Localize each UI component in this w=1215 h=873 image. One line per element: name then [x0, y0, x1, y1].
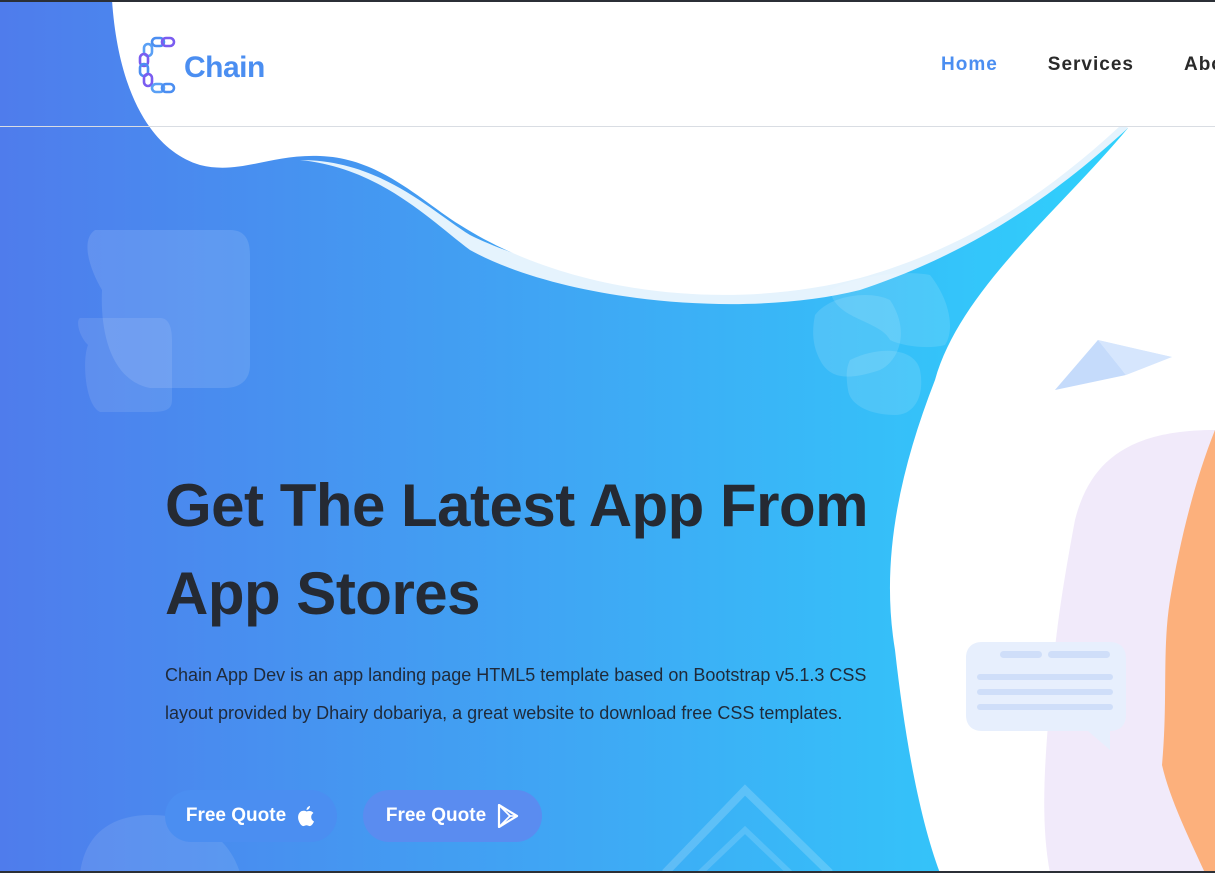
free-quote-apple-button[interactable]: Free Quote	[165, 790, 337, 842]
nav-services[interactable]: Services	[1048, 54, 1134, 76]
hero-background	[0, 0, 1215, 873]
free-quote-label: Free Quote	[185, 805, 287, 826]
apple-icon	[297, 805, 316, 827]
logo[interactable]: Chain	[138, 36, 265, 99]
free-quote-label: Free Quote	[385, 805, 487, 826]
nav-home[interactable]: Home	[941, 54, 998, 76]
hero-desc-line-2: layout provided by Dhairy dobariya, a gr…	[165, 703, 843, 723]
hero-section: Get The Latest App From App Stores Chain…	[165, 462, 925, 732]
hero-title: Get The Latest App From App Stores	[165, 462, 925, 638]
chain-logo-icon	[138, 36, 180, 99]
free-quote-play-store-button[interactable]: Free Quote	[363, 790, 542, 842]
nav-about[interactable]: Abo	[1184, 54, 1215, 76]
logo-text: Chain	[184, 50, 265, 84]
window-top-border	[0, 0, 1215, 2]
header-divider	[0, 126, 1215, 127]
chat-bubble-icon	[966, 642, 1126, 750]
hero-desc-line-1: Chain App Dev is an app landing page HTM…	[165, 665, 867, 685]
hero-title-line-2: App Stores	[165, 560, 481, 627]
main-nav: Home Services Abo	[941, 54, 1215, 76]
hero-description: Chain App Dev is an app landing page HTM…	[165, 656, 905, 732]
paper-plane-icon	[1055, 340, 1172, 390]
hero-title-line-1: Get The Latest App From	[165, 472, 869, 539]
play-store-icon	[497, 804, 519, 828]
